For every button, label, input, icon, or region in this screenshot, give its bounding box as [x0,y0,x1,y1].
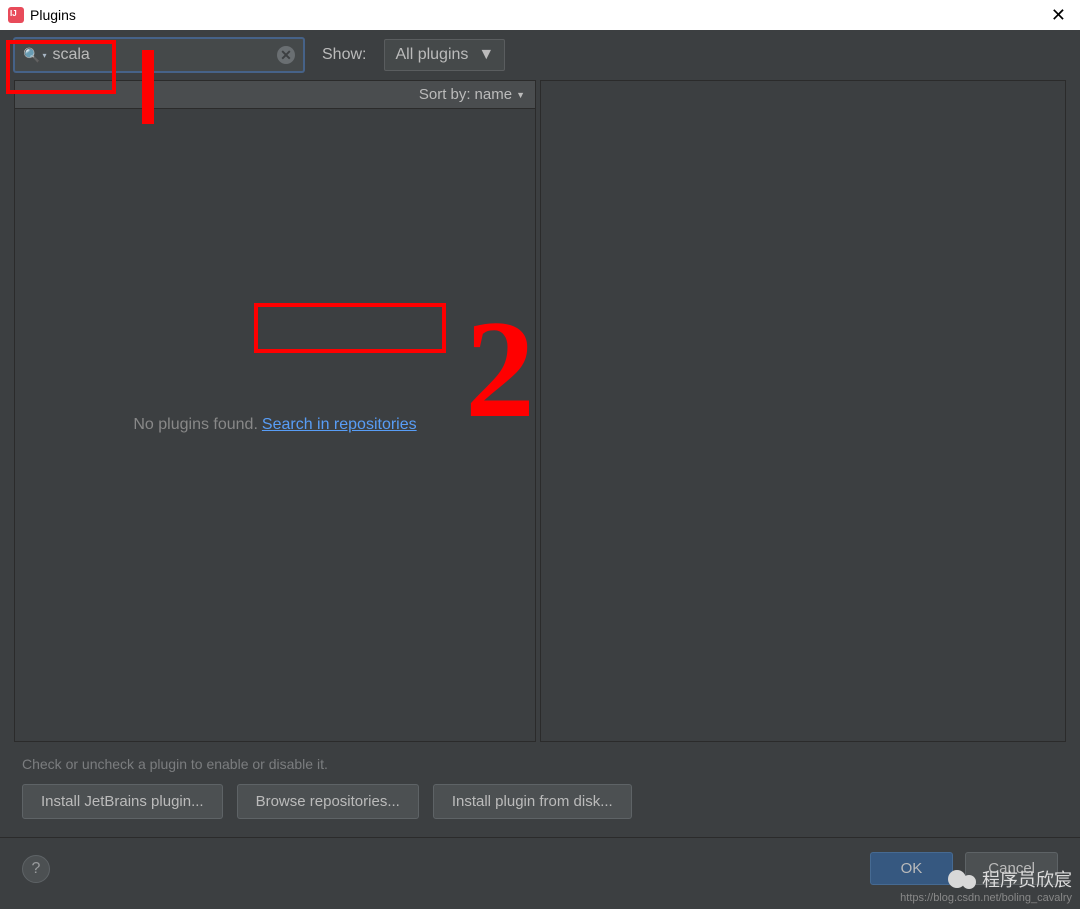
show-filter-value: All plugins [395,46,468,64]
show-filter-select[interactable]: All plugins ▼ [384,39,505,71]
close-icon[interactable]: ✕ [1045,5,1072,26]
content: Sort by: name ▼ No plugins found. Search… [0,80,1080,742]
search-box[interactable]: 🔍 ▾ ✕ [14,38,304,72]
chevron-down-icon: ▼ [478,46,494,64]
hint-text: Check or uncheck a plugin to enable or d… [0,742,1080,784]
show-label: Show: [322,46,366,64]
plugin-list: No plugins found. Search in repositories [15,109,535,741]
search-options-chevron-icon[interactable]: ▾ [42,51,46,60]
sort-bar[interactable]: Sort by: name ▼ [15,81,535,109]
app-icon [8,7,24,23]
browse-repositories-button[interactable]: Browse repositories... [237,784,419,819]
sort-value: name [475,86,513,103]
empty-text: No plugins found. [133,416,258,434]
cancel-button[interactable]: Cancel [965,852,1058,885]
plugin-detail-panel [540,80,1066,742]
search-in-repositories-link[interactable]: Search in repositories [262,416,417,434]
plugin-list-panel: Sort by: name ▼ No plugins found. Search… [14,80,536,742]
search-icon: 🔍 [23,47,40,64]
footer-right: OK Cancel [870,852,1058,885]
help-button[interactable]: ? [22,855,50,883]
clear-search-icon[interactable]: ✕ [277,46,295,64]
window-title: Plugins [30,7,76,23]
install-jetbrains-plugin-button[interactable]: Install JetBrains plugin... [22,784,223,819]
footer: ? OK Cancel [0,837,1080,899]
install-plugin-from-disk-button[interactable]: Install plugin from disk... [433,784,632,819]
search-input[interactable] [52,46,277,64]
sort-label: Sort by: [419,86,471,103]
ok-button[interactable]: OK [870,852,954,885]
titlebar: Plugins ✕ [0,0,1080,30]
titlebar-left: Plugins [8,7,76,23]
toolbar: 🔍 ▾ ✕ Show: All plugins ▼ [0,30,1080,80]
sort-chevron-icon: ▼ [516,90,525,100]
install-buttons-row: Install JetBrains plugin... Browse repos… [0,784,1080,837]
